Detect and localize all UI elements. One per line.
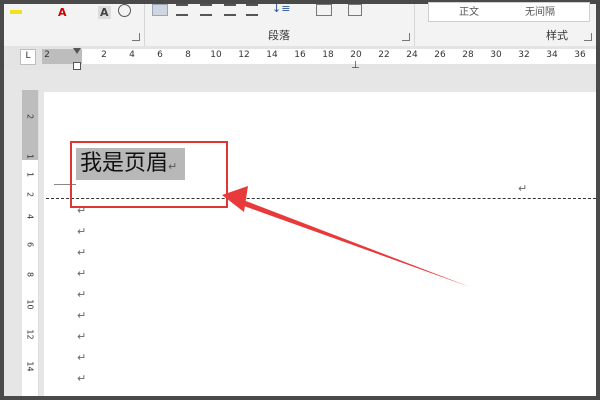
arrow-shaft (238, 198, 470, 287)
arrow-head (222, 186, 248, 212)
annotation-arrow (222, 186, 470, 287)
